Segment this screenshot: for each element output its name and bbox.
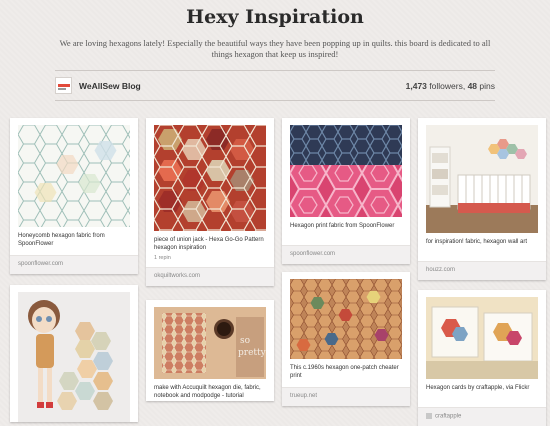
pin-source[interactable]: spoonflower.com <box>10 255 138 274</box>
white-hexagon-fabric-swatch-image[interactable] <box>18 125 130 227</box>
pin-description: Honeycomb hexagon fabric from SpoonFlowe… <box>18 233 105 247</box>
pin-source-link[interactable]: houzz.com <box>426 267 455 273</box>
pins-label: pins <box>479 81 495 91</box>
nursery-room-hexagon-wall-art-image[interactable] <box>426 125 538 233</box>
patchwork-graphic <box>154 125 266 231</box>
pin-card[interactable]: Hexagon cards by craftapple, via Flickr … <box>418 290 546 426</box>
pin-source-link[interactable]: trueup.net <box>290 393 317 399</box>
pin-source-link[interactable]: craftapple <box>435 414 461 420</box>
profile-icon <box>426 413 432 419</box>
pin-card[interactable]: so pretty make with Accuquilt hexagon di… <box>146 300 274 401</box>
pink-navy-hexagon-print-image[interactable] <box>290 125 402 217</box>
pin-source[interactable]: houzz.com <box>418 261 546 280</box>
board-description: We are loving hexagons lately! Especiall… <box>59 38 491 59</box>
hexagon-print-graphic <box>290 125 402 217</box>
pin-description: make with Accuquilt hexagon die, fabric,… <box>154 385 261 399</box>
pin-source-link[interactable]: spoonflower.com <box>18 261 63 267</box>
followers-label[interactable]: followers, <box>429 81 465 91</box>
divider <box>55 70 495 71</box>
avatar[interactable] <box>55 77 72 94</box>
notebook-photo-graphic: so pretty <box>154 307 266 379</box>
doll-photo-graphic <box>18 292 130 422</box>
hexagon-greeting-cards-image[interactable] <box>426 297 538 379</box>
pin-card[interactable]: This c.1960s hexagon one-patch cheater p… <box>282 272 410 406</box>
hexagon-notebook-and-coffee-image[interactable]: so pretty <box>154 307 266 379</box>
pin-source-link[interactable]: okquiltworks.com <box>154 273 200 279</box>
pin-description: Hexagon cards by craftapple, via Flickr <box>426 385 530 391</box>
pin-card[interactable]: Honeycomb hexagon fabric from SpoonFlowe… <box>10 118 138 274</box>
hexagon-pattern-graphic <box>18 125 130 227</box>
owner-name[interactable]: WeAllSew Blog <box>79 81 141 91</box>
pin-card[interactable]: for inspiration! fabric, hexagon wall ar… <box>418 118 546 280</box>
pin-source[interactable]: craftapple <box>418 407 546 426</box>
pin-card[interactable] <box>10 285 138 422</box>
svg-text:so: so <box>240 336 250 346</box>
pin-card[interactable]: Hexagon print fabric from SpoonFlower sp… <box>282 118 410 264</box>
pin-description: for inspiration! fabric, hexagon wall ar… <box>426 239 528 245</box>
pin-source-link[interactable]: spoonflower.com <box>290 251 335 257</box>
followers-count[interactable]: 1,473 <box>406 81 427 91</box>
pin-description: piece of union jack - Hexa Go-Go Pattern… <box>154 237 264 251</box>
svg-text:pretty: pretty <box>238 348 266 358</box>
red-hexagon-patchwork-quilt-image[interactable] <box>154 125 266 231</box>
pins-count: 48 <box>467 81 478 91</box>
board-title: Hexy Inspiration <box>186 6 364 28</box>
nursery-photo-graphic <box>426 125 538 233</box>
cheater-print-graphic <box>290 279 402 359</box>
cards-photo-graphic <box>426 297 538 379</box>
pin-source[interactable]: trueup.net <box>282 387 410 406</box>
board-owner-bar: WeAllSew Blog 1,473 followers, 48 pins <box>55 73 495 99</box>
divider <box>55 100 495 101</box>
repin-count[interactable]: 1 repin <box>154 255 266 261</box>
doll-with-hexagon-patches-image[interactable] <box>18 292 130 422</box>
board-stats: 1,473 followers, 48 pins <box>406 81 495 91</box>
hexagon-one-patch-cheater-print-image[interactable] <box>290 279 402 359</box>
pin-source[interactable]: spoonflower.com <box>282 245 410 264</box>
pin-description: This c.1960s hexagon one-patch cheater p… <box>290 365 399 379</box>
pin-description: Hexagon print fabric from SpoonFlower <box>290 223 395 229</box>
pin-card[interactable]: piece of union jack - Hexa Go-Go Pattern… <box>146 118 274 286</box>
pin-source[interactable]: okquiltworks.com <box>146 267 274 286</box>
